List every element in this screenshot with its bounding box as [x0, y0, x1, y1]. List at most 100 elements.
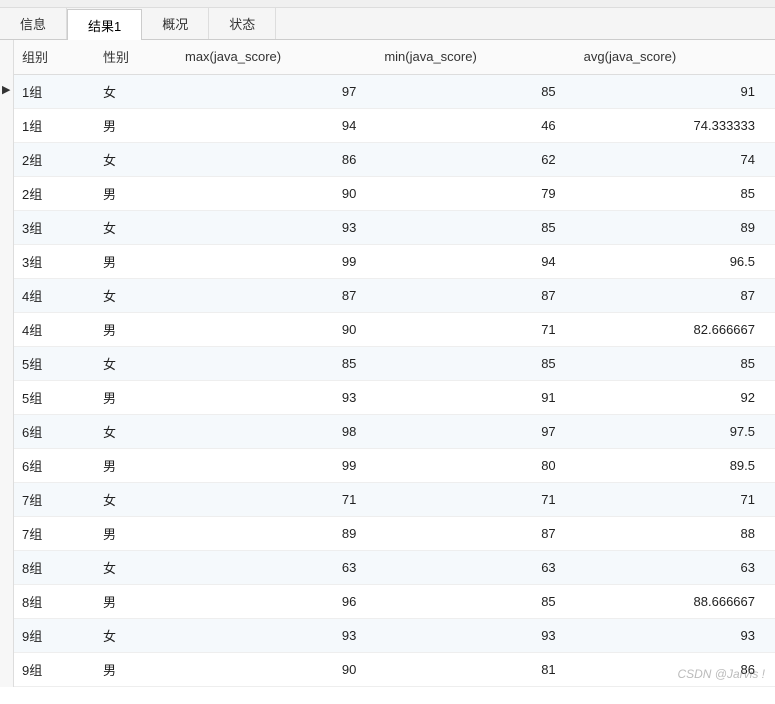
table-row[interactable]: 8组男968588.666667 [0, 584, 775, 618]
cell-max[interactable]: 96 [177, 584, 376, 618]
cell-group[interactable]: 8组 [0, 584, 95, 618]
cell-group[interactable]: 1组 [0, 108, 95, 142]
table-row[interactable]: 3组男999496.5 [0, 244, 775, 278]
tab-status[interactable]: 状态 [209, 8, 276, 39]
tab-overview[interactable]: 概况 [142, 8, 209, 39]
col-header-min[interactable]: min(java_score) [376, 40, 575, 74]
cell-min[interactable]: 79 [376, 176, 575, 210]
cell-group[interactable]: 5组 [0, 346, 95, 380]
cell-max[interactable]: 99 [177, 244, 376, 278]
cell-avg[interactable]: 96.5 [576, 244, 775, 278]
cell-avg[interactable]: 93 [576, 618, 775, 652]
table-row[interactable]: 5组男939192 [0, 380, 775, 414]
cell-max[interactable]: 86 [177, 142, 376, 176]
cell-min[interactable]: 97 [376, 414, 575, 448]
cell-min[interactable]: 63 [376, 550, 575, 584]
cell-group[interactable]: 7组 [0, 482, 95, 516]
tab-info[interactable]: 信息 [0, 8, 67, 39]
cell-group[interactable]: 9组 [0, 652, 95, 686]
table-row[interactable]: 1组男944674.333333 [0, 108, 775, 142]
table-row[interactable]: 9组女939393 [0, 618, 775, 652]
cell-gender[interactable]: 男 [95, 312, 177, 346]
cell-group[interactable]: 6组 [0, 448, 95, 482]
table-row[interactable]: 7组男898788 [0, 516, 775, 550]
cell-max[interactable]: 90 [177, 176, 376, 210]
cell-min[interactable]: 62 [376, 142, 575, 176]
cell-avg[interactable]: 71 [576, 482, 775, 516]
cell-avg[interactable]: 92 [576, 380, 775, 414]
tab-result1[interactable]: 结果1 [67, 9, 142, 40]
cell-max[interactable]: 97 [177, 74, 376, 108]
cell-gender[interactable]: 女 [95, 142, 177, 176]
cell-min[interactable]: 85 [376, 584, 575, 618]
table-row[interactable]: 4组男907182.666667 [0, 312, 775, 346]
cell-gender[interactable]: 男 [95, 244, 177, 278]
cell-max[interactable]: 90 [177, 652, 376, 686]
cell-avg[interactable]: 91 [576, 74, 775, 108]
table-row[interactable]: 2组女866274 [0, 142, 775, 176]
cell-max[interactable]: 85 [177, 346, 376, 380]
cell-avg[interactable]: 88.666667 [576, 584, 775, 618]
cell-avg[interactable]: 88 [576, 516, 775, 550]
cell-max[interactable]: 63 [177, 550, 376, 584]
cell-gender[interactable]: 女 [95, 346, 177, 380]
cell-avg[interactable]: 63 [576, 550, 775, 584]
table-row[interactable]: 1组女978591 [0, 74, 775, 108]
table-row[interactable]: 3组女938589 [0, 210, 775, 244]
cell-gender[interactable]: 女 [95, 618, 177, 652]
cell-group[interactable]: 3组 [0, 210, 95, 244]
cell-avg[interactable]: 87 [576, 278, 775, 312]
cell-avg[interactable]: 89 [576, 210, 775, 244]
table-row[interactable]: 2组男907985 [0, 176, 775, 210]
cell-max[interactable]: 94 [177, 108, 376, 142]
cell-min[interactable]: 85 [376, 346, 575, 380]
table-row[interactable]: 8组女636363 [0, 550, 775, 584]
cell-group[interactable]: 8组 [0, 550, 95, 584]
cell-gender[interactable]: 男 [95, 108, 177, 142]
cell-group[interactable]: 7组 [0, 516, 95, 550]
col-header-gender[interactable]: 性别 [95, 40, 177, 74]
cell-min[interactable]: 80 [376, 448, 575, 482]
col-header-avg[interactable]: avg(java_score) [576, 40, 775, 74]
cell-group[interactable]: 4组 [0, 312, 95, 346]
cell-max[interactable]: 71 [177, 482, 376, 516]
cell-avg[interactable]: 82.666667 [576, 312, 775, 346]
cell-avg[interactable]: 74.333333 [576, 108, 775, 142]
cell-gender[interactable]: 女 [95, 482, 177, 516]
cell-group[interactable]: 6组 [0, 414, 95, 448]
cell-min[interactable]: 81 [376, 652, 575, 686]
cell-max[interactable]: 93 [177, 210, 376, 244]
cell-gender[interactable]: 男 [95, 176, 177, 210]
table-row[interactable]: 5组女858585 [0, 346, 775, 380]
cell-avg[interactable]: 85 [576, 346, 775, 380]
cell-min[interactable]: 91 [376, 380, 575, 414]
cell-min[interactable]: 87 [376, 516, 575, 550]
cell-gender[interactable]: 男 [95, 516, 177, 550]
cell-gender[interactable]: 男 [95, 584, 177, 618]
cell-gender[interactable]: 女 [95, 210, 177, 244]
cell-min[interactable]: 46 [376, 108, 575, 142]
cell-gender[interactable]: 女 [95, 414, 177, 448]
cell-max[interactable]: 93 [177, 380, 376, 414]
col-header-group[interactable]: 组别 [0, 40, 95, 74]
cell-gender[interactable]: 男 [95, 652, 177, 686]
table-row[interactable]: 4组女878787 [0, 278, 775, 312]
table-row[interactable]: 9组男908186 [0, 652, 775, 686]
cell-group[interactable]: 5组 [0, 380, 95, 414]
cell-min[interactable]: 87 [376, 278, 575, 312]
cell-group[interactable]: 2组 [0, 142, 95, 176]
cell-avg[interactable]: 97.5 [576, 414, 775, 448]
table-row[interactable]: 6组男998089.5 [0, 448, 775, 482]
table-row[interactable]: 6组女989797.5 [0, 414, 775, 448]
cell-max[interactable]: 98 [177, 414, 376, 448]
cell-group[interactable]: 3组 [0, 244, 95, 278]
cell-min[interactable]: 71 [376, 482, 575, 516]
cell-avg[interactable]: 89.5 [576, 448, 775, 482]
cell-gender[interactable]: 男 [95, 448, 177, 482]
cell-min[interactable]: 85 [376, 74, 575, 108]
cell-max[interactable]: 89 [177, 516, 376, 550]
cell-max[interactable]: 93 [177, 618, 376, 652]
cell-avg[interactable]: 85 [576, 176, 775, 210]
cell-max[interactable]: 99 [177, 448, 376, 482]
cell-min[interactable]: 94 [376, 244, 575, 278]
